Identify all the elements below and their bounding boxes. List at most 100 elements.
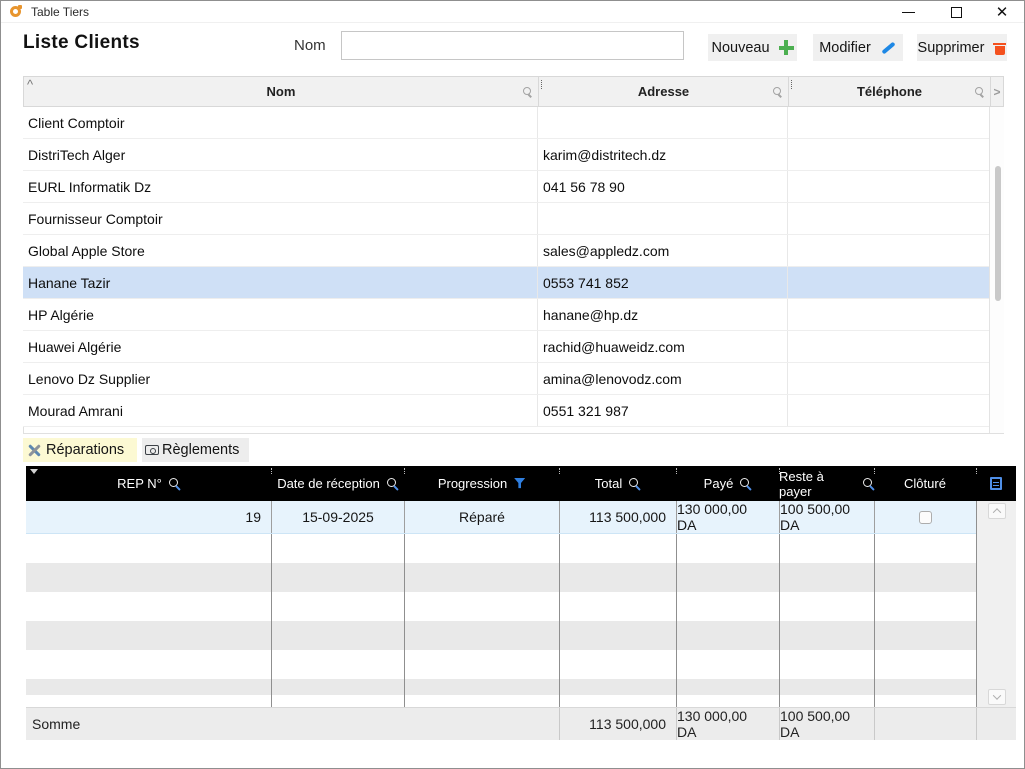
column-header-nom[interactable]: ^ Nom — [24, 77, 538, 106]
search-icon[interactable] — [740, 478, 751, 489]
next-column-button[interactable]: > — [990, 77, 1003, 106]
maximize-button[interactable] — [939, 1, 973, 23]
grid-list-icon — [990, 477, 1002, 490]
repair-row-selected[interactable]: 19 15-09-2025 Réparé 113 500,000 130 000… — [26, 501, 976, 534]
column-header-reste[interactable]: Reste à payer — [779, 466, 874, 501]
drag-handle-icon[interactable] — [541, 80, 542, 89]
nouveau-button-label: Nouveau — [711, 40, 769, 56]
drag-handle-icon[interactable] — [791, 80, 792, 89]
search-icon[interactable] — [773, 87, 781, 95]
clients-scrollbar-thumb[interactable] — [995, 166, 1001, 301]
table-row[interactable]: EURL Informatik Dz041 56 78 90 — [23, 171, 989, 203]
scroll-down-button[interactable] — [988, 689, 1006, 705]
cell-nom: Mourad Amrani — [23, 395, 537, 426]
table-row[interactable]: HP Algériehanane@hp.dz — [23, 299, 989, 331]
column-header-total[interactable]: Total — [559, 466, 676, 501]
column-header-rep[interactable]: REP N° — [26, 466, 271, 501]
table-row[interactable]: Global Apple Storesales@appledz.com — [23, 235, 989, 267]
column-header-telephone-label: Téléphone — [857, 84, 922, 99]
maximize-icon — [951, 7, 962, 18]
minimize-icon — [902, 12, 915, 13]
cell-adresse: amina@lenovodz.com — [537, 363, 787, 394]
supprimer-button[interactable]: Supprimer — [917, 34, 1007, 61]
column-menu-button[interactable] — [976, 466, 1016, 501]
search-icon[interactable] — [387, 478, 398, 489]
plus-icon — [779, 40, 794, 55]
app-window: Table Tiers ✕ Liste Clients Nom Nouveau … — [0, 0, 1025, 769]
table-row[interactable]: Huawei Algérierachid@huaweidz.com — [23, 331, 989, 363]
clients-table-header: ^ Nom Adresse Téléphone > — [23, 76, 1004, 107]
column-header-paye[interactable]: Payé — [676, 466, 779, 501]
nouveau-button[interactable]: Nouveau — [708, 34, 797, 61]
column-header-reste-label: Reste à payer — [779, 469, 856, 499]
empty-row-stripe — [26, 621, 976, 650]
table-row[interactable]: Fournisseur Comptoir — [23, 203, 989, 235]
table-row[interactable]: Mourad Amrani0551 321 987 — [23, 395, 989, 427]
cell-nom: EURL Informatik Dz — [23, 171, 537, 202]
cell-progression: Réparé — [404, 501, 559, 533]
cell-telephone — [787, 107, 988, 138]
search-icon[interactable] — [629, 478, 640, 489]
column-header-adresse[interactable]: Adresse — [538, 77, 788, 106]
cash-icon — [145, 445, 159, 455]
column-header-date[interactable]: Date de réception — [271, 466, 404, 501]
cloture-checkbox[interactable] — [919, 511, 932, 524]
column-header-total-label: Total — [595, 476, 622, 491]
summary-total: 113 500,000 — [559, 708, 676, 740]
cell-adresse: hanane@hp.dz — [537, 299, 787, 330]
cell-nom: Huawei Algérie — [23, 331, 537, 362]
crossed-tools-icon — [26, 443, 43, 458]
clients-table-body: Client Comptoir DistriTech Algerkarim@di… — [23, 107, 989, 427]
pencil-icon — [880, 40, 897, 55]
cell-cloture — [874, 501, 976, 533]
cell-telephone — [787, 331, 988, 362]
cell-adresse — [537, 107, 787, 138]
tab-reparations[interactable]: Réparations — [23, 438, 137, 462]
search-icon[interactable] — [523, 87, 531, 95]
column-header-paye-label: Payé — [704, 476, 734, 491]
table-row[interactable]: Client Comptoir — [23, 107, 989, 139]
cell-adresse: sales@appledz.com — [537, 235, 787, 266]
cell-nom: Global Apple Store — [23, 235, 537, 266]
summary-reste: 100 500,00 DA — [779, 708, 874, 740]
cell-nom: HP Algérie — [23, 299, 537, 330]
cell-nom: Lenovo Dz Supplier — [23, 363, 537, 394]
table-row-selected[interactable]: Hanane Tazir0553 741 852 — [23, 267, 989, 299]
search-icon[interactable] — [975, 87, 983, 95]
column-divider — [676, 534, 677, 707]
summary-paye: 130 000,00 DA — [676, 708, 779, 740]
chevron-up-icon — [993, 508, 1001, 516]
minimize-button[interactable] — [891, 1, 925, 23]
close-icon: ✕ — [996, 5, 1009, 20]
funnel-filter-icon[interactable] — [514, 478, 525, 489]
cell-adresse: rachid@huaweidz.com — [537, 331, 787, 362]
clients-table: ^ Nom Adresse Téléphone > Client Comptoi… — [23, 76, 1004, 434]
column-header-date-label: Date de réception — [277, 476, 380, 491]
repairs-empty-rows — [26, 534, 976, 707]
column-header-cloture[interactable]: Clôturé — [874, 466, 976, 501]
cell-nom: DistriTech Alger — [23, 139, 537, 170]
repairs-vertical-scrollbar[interactable] — [976, 501, 1016, 707]
table-row[interactable]: Lenovo Dz Supplieramina@lenovodz.com — [23, 363, 989, 395]
column-header-telephone[interactable]: Téléphone — [788, 77, 990, 106]
column-divider — [779, 534, 780, 707]
scroll-up-button[interactable] — [988, 503, 1006, 519]
nom-search-input[interactable] — [341, 31, 684, 60]
close-button[interactable]: ✕ — [985, 1, 1019, 23]
modifier-button[interactable]: Modifier — [813, 34, 903, 61]
table-row[interactable]: DistriTech Algerkarim@distritech.dz — [23, 139, 989, 171]
column-divider — [874, 534, 875, 707]
tab-reglements[interactable]: Règlements — [142, 438, 249, 462]
empty-row-stripe — [26, 679, 976, 695]
column-header-adresse-label: Adresse — [638, 84, 689, 99]
cell-adresse: 0551 321 987 — [537, 395, 787, 426]
cell-total: 113 500,000 — [559, 501, 676, 533]
cell-nom: Hanane Tazir — [23, 267, 537, 298]
search-icon[interactable] — [169, 478, 180, 489]
sort-asc-icon: ^ — [27, 77, 33, 92]
column-divider — [404, 534, 405, 707]
column-header-nom-label: Nom — [267, 84, 296, 99]
cell-paye: 130 000,00 DA — [676, 501, 779, 533]
column-header-progression[interactable]: Progression — [404, 466, 559, 501]
search-icon[interactable] — [863, 478, 874, 489]
